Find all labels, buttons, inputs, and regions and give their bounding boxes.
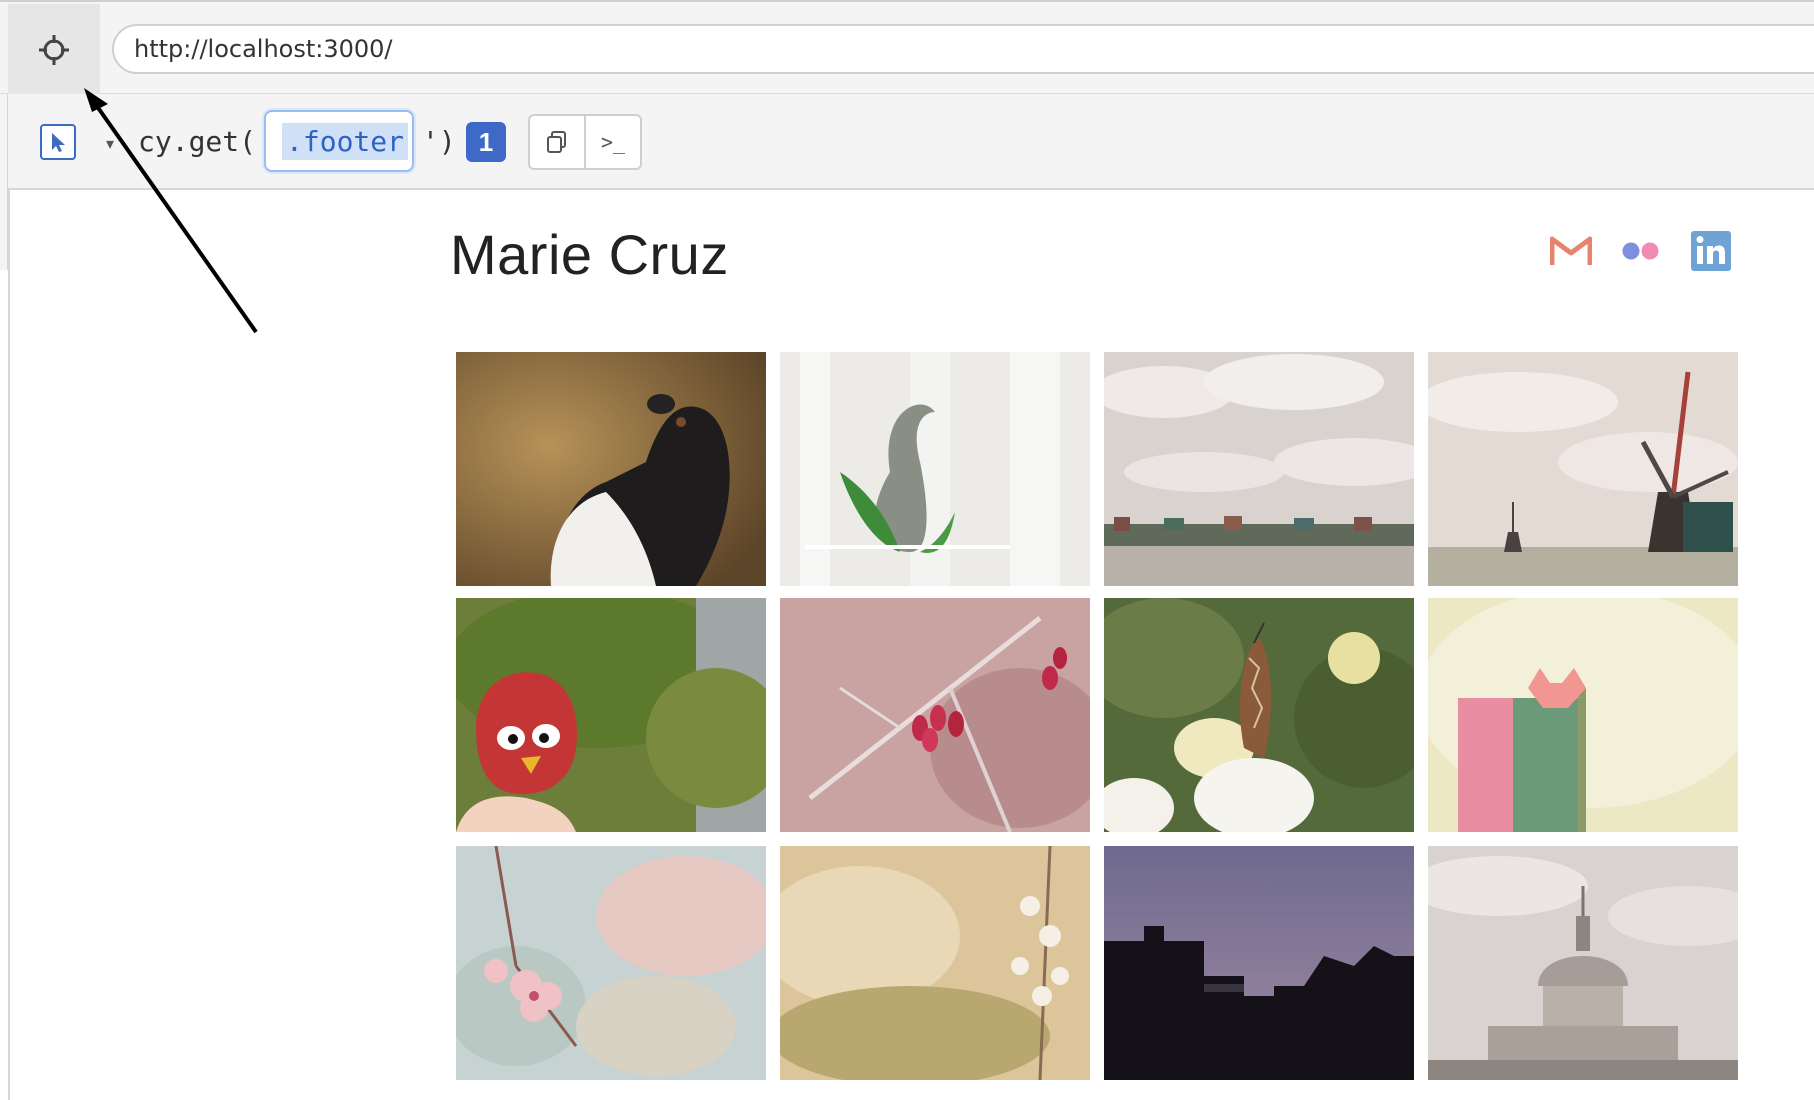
linkedin-link[interactable] <box>1688 230 1734 272</box>
red-berries-branch-photo <box>780 598 1090 832</box>
gallery-photo[interactable] <box>456 598 766 832</box>
gallery-photo[interactable] <box>1104 352 1414 586</box>
gallery-photo[interactable] <box>1104 846 1414 1080</box>
dog-photo <box>456 352 766 586</box>
flickr-link[interactable] <box>1618 230 1664 272</box>
url-input[interactable]: http://localhost:3000/ <box>112 24 1814 74</box>
url-text: http://localhost:3000/ <box>134 35 393 63</box>
url-bar: http://localhost:3000/ <box>0 0 1814 96</box>
frame-edge-line <box>8 190 10 1100</box>
command-prefix: cy.get(' <box>138 125 273 158</box>
gallery-photo[interactable] <box>456 846 766 1080</box>
gallery-photo[interactable] <box>1104 598 1414 832</box>
gallery-photo[interactable] <box>1428 352 1738 586</box>
gallery-photo[interactable] <box>1428 598 1738 832</box>
village-riverside-photo <box>1104 352 1414 586</box>
crosshair-icon <box>39 35 69 65</box>
gmail-icon <box>1550 236 1592 265</box>
st-pauls-cathedral-photo <box>1428 846 1738 1080</box>
cherry-blossom-photo <box>456 846 766 1080</box>
gallery-photo[interactable] <box>780 598 1090 832</box>
cursor-pointer-icon <box>52 133 65 152</box>
selector-input[interactable]: .footer <box>264 110 414 172</box>
playground-actions: >_ <box>528 114 642 170</box>
linkedin-icon <box>1691 231 1731 271</box>
butterfly-on-flowers-photo <box>1104 598 1414 832</box>
command-dropdown-icon[interactable]: ▾ <box>106 134 114 154</box>
match-count-badge: 1 <box>466 122 506 162</box>
console-icon: >_ <box>600 130 626 154</box>
copy-to-clipboard-button[interactable] <box>530 116 584 168</box>
flickr-icon <box>1622 242 1659 260</box>
gallery-photo[interactable] <box>780 846 1090 1080</box>
command-suffix: ') <box>422 125 456 158</box>
gallery-photo[interactable] <box>456 352 766 586</box>
selector-playground: ▾ cy.get(' .footer ') 1 >_ <box>8 94 1814 190</box>
copy-icon <box>547 131 566 153</box>
gmail-link[interactable] <box>1548 230 1594 272</box>
origami-cat-bookmark-photo <box>1428 598 1738 832</box>
origami-bird-photo <box>456 598 766 832</box>
silhouette-buildings-photo <box>1104 846 1414 1080</box>
open-selector-playground-button[interactable] <box>8 4 100 96</box>
site-title: Marie Cruz <box>450 223 729 286</box>
selector-text: .footer <box>282 122 409 160</box>
print-to-console-button[interactable]: >_ <box>584 116 640 168</box>
blossom-branch-photo <box>780 846 1090 1080</box>
windmills-photo <box>1428 352 1738 586</box>
select-element-button[interactable] <box>40 124 76 160</box>
frame-edge <box>0 94 8 270</box>
gallery-photo[interactable] <box>1428 846 1738 1080</box>
gallery-photo[interactable] <box>780 352 1090 586</box>
origami-swan-photo <box>780 352 1090 586</box>
